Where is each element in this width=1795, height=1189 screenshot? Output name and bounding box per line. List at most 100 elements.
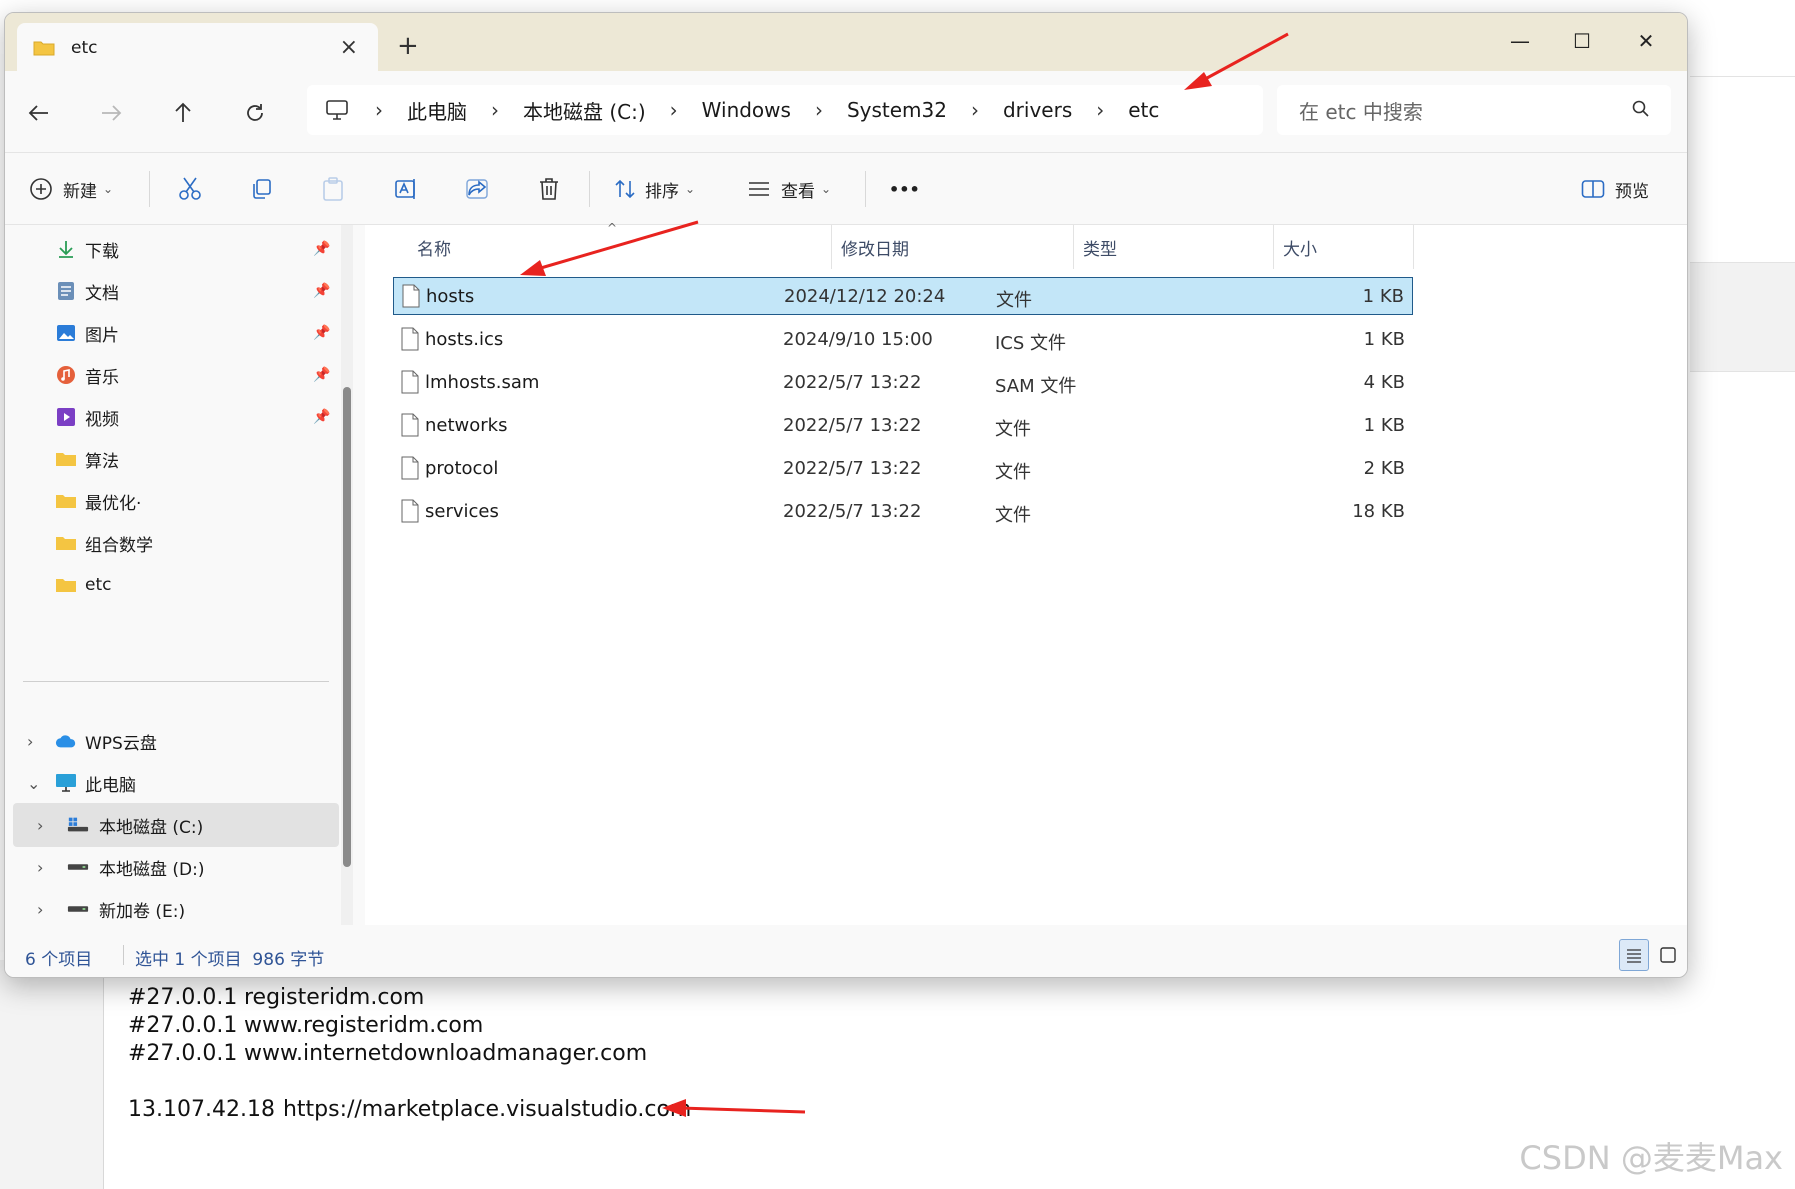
pin-icon[interactable]: 📌: [313, 409, 330, 425]
more-options-button[interactable]: •••: [889, 169, 920, 209]
sidebar-item-drive-d[interactable]: › 本地磁盘 (D:): [5, 845, 335, 889]
breadcrumb-separator[interactable]: ›: [815, 98, 823, 122]
sort-button[interactable]: 排序 ⌄: [613, 169, 695, 209]
up-button[interactable]: [163, 93, 203, 133]
minimize-button[interactable]: —: [1495, 23, 1545, 59]
breadcrumb-separator[interactable]: ›: [971, 98, 979, 122]
chevron-right-icon[interactable]: ›: [37, 816, 43, 835]
sidebar-item-drive-c[interactable]: › 本地磁盘 (C:): [13, 803, 339, 847]
new-tab-button[interactable]: +: [397, 31, 419, 61]
column-header-name[interactable]: 名称: [417, 225, 451, 269]
column-divider[interactable]: [1413, 225, 1414, 269]
column-header-type[interactable]: 类型: [1083, 225, 1117, 269]
search-placeholder: 在 etc 中搜索: [1299, 99, 1423, 124]
chevron-right-icon[interactable]: ›: [37, 858, 43, 877]
breadcrumb-this-pc[interactable]: 此电脑: [407, 96, 467, 125]
pin-icon[interactable]: 📌: [313, 241, 330, 257]
sidebar-item-wps-cloud[interactable]: › WPS云盘: [5, 719, 335, 763]
rename-button[interactable]: [393, 169, 419, 209]
sort-icon: [615, 179, 635, 199]
preview-button[interactable]: 预览: [1581, 169, 1649, 209]
sidebar-item-label: 视频: [85, 409, 119, 430]
sidebar-item-videos[interactable]: 视频 📌: [5, 395, 335, 439]
sidebar-item-folder[interactable]: 组合数学: [5, 521, 335, 565]
new-button[interactable]: 新建 ⌄: [29, 169, 113, 209]
breadcrumb-separator[interactable]: ›: [1096, 98, 1104, 122]
file-row[interactable]: services 2022/5/7 13:22 文件 18 KB: [393, 493, 1413, 531]
file-date: 2022/5/7 13:22: [783, 415, 922, 436]
sidebar-item-music[interactable]: 音乐 📌: [5, 353, 335, 397]
sidebar-item-label: 本地磁盘 (C:): [99, 817, 204, 838]
file-icon: [401, 370, 419, 394]
sidebar-item-etc[interactable]: etc: [5, 563, 335, 607]
sidebar-item-downloads[interactable]: 下载 📌: [5, 227, 335, 271]
sidebar-item-documents[interactable]: 文档 📌: [5, 269, 335, 313]
hosts-line: #27.0.0.1 www.registeridm.com: [128, 1013, 484, 1038]
breadcrumb-system32[interactable]: System32: [847, 98, 947, 122]
sidebar-item-folder[interactable]: 算法: [5, 437, 335, 481]
breadcrumb-separator[interactable]: ›: [491, 98, 499, 122]
chevron-down-icon[interactable]: ⌄: [27, 774, 40, 793]
file-date: 2024/9/10 15:00: [783, 329, 933, 350]
column-divider[interactable]: [1073, 225, 1074, 269]
search-icon[interactable]: [1631, 99, 1651, 119]
breadcrumb-drivers[interactable]: drivers: [1003, 98, 1072, 122]
arrow-up-icon: [175, 102, 191, 122]
hosts-file-text[interactable]: #27.0.0.1 registeridm.com #27.0.0.1 www.re…: [128, 984, 691, 1124]
toolbar-divider: [149, 171, 150, 207]
notepad-gutter: [0, 960, 104, 1189]
navigation-bar: › 此电脑 › 本地磁盘 (C:) › Windows › System32 ›…: [5, 71, 1687, 153]
file-row-hosts[interactable]: hosts 2024/12/12 20:24 文件 1 KB: [393, 277, 1413, 315]
view-list-icon: [749, 182, 769, 196]
breadcrumb-separator[interactable]: ›: [670, 98, 678, 122]
breadcrumb-drive-c[interactable]: 本地磁盘 (C:): [523, 96, 646, 125]
search-input[interactable]: 在 etc 中搜索: [1277, 85, 1671, 135]
column-header-date[interactable]: 修改日期: [841, 225, 909, 269]
details-view-button[interactable]: [1619, 939, 1649, 971]
sidebar-item-label: 此电脑: [85, 775, 136, 796]
file-row[interactable]: hosts.ics 2024/9/10 15:00 ICS 文件 1 KB: [393, 321, 1413, 359]
large-icons-view-button[interactable]: [1653, 939, 1683, 971]
item-count: 6 个项目: [25, 950, 93, 970]
refresh-button[interactable]: [235, 93, 275, 133]
column-header-size[interactable]: 大小: [1283, 225, 1317, 269]
file-icon: [401, 499, 419, 523]
share-button[interactable]: [465, 169, 491, 209]
share-icon: [466, 179, 488, 199]
tab-close-icon[interactable]: ×: [340, 35, 358, 60]
back-button[interactable]: [19, 93, 59, 133]
close-window-button[interactable]: ✕: [1621, 23, 1671, 59]
forward-button[interactable]: [91, 93, 131, 133]
sidebar-item-pictures[interactable]: 图片 📌: [5, 311, 335, 355]
view-button[interactable]: 查看 ⌄: [747, 169, 831, 209]
pin-icon[interactable]: 📌: [313, 283, 330, 299]
sidebar-item-label: 最优化·: [85, 493, 142, 514]
file-row[interactable]: lmhosts.sam 2022/5/7 13:22 SAM 文件 4 KB: [393, 364, 1413, 402]
sidebar-item-label: 本地磁盘 (D:): [99, 859, 205, 880]
pin-icon[interactable]: 📌: [313, 325, 330, 341]
file-row[interactable]: protocol 2022/5/7 13:22 文件 2 KB: [393, 450, 1413, 488]
sidebar-item-label: 组合数学: [85, 535, 153, 556]
folder-icon: [55, 490, 77, 512]
breadcrumb-etc[interactable]: etc: [1128, 98, 1159, 122]
file-icon: [401, 413, 419, 437]
nav-scrollbar-thumb[interactable]: [343, 387, 351, 867]
maximize-button[interactable]: ☐: [1557, 23, 1607, 59]
copy-button[interactable]: [249, 169, 273, 209]
delete-button[interactable]: [537, 169, 561, 209]
sidebar-item-label: 算法: [85, 451, 119, 472]
file-size: 1 KB: [1362, 286, 1404, 307]
address-bar[interactable]: › 此电脑 › 本地磁盘 (C:) › Windows › System32 ›…: [307, 85, 1263, 135]
column-divider[interactable]: [831, 225, 832, 269]
sidebar-item-folder[interactable]: 最优化·: [5, 479, 335, 523]
tab-etc[interactable]: etc ×: [17, 23, 378, 73]
cut-button[interactable]: [177, 169, 203, 209]
chevron-right-icon[interactable]: ›: [27, 732, 33, 751]
column-divider[interactable]: [1273, 225, 1274, 269]
paste-button[interactable]: [321, 169, 345, 209]
chevron-right-icon[interactable]: ›: [37, 900, 43, 919]
sidebar-item-this-pc[interactable]: ⌄ 此电脑: [5, 761, 335, 805]
file-row[interactable]: networks 2022/5/7 13:22 文件 1 KB: [393, 407, 1413, 445]
pin-icon[interactable]: 📌: [313, 367, 330, 383]
breadcrumb-windows[interactable]: Windows: [702, 98, 791, 122]
